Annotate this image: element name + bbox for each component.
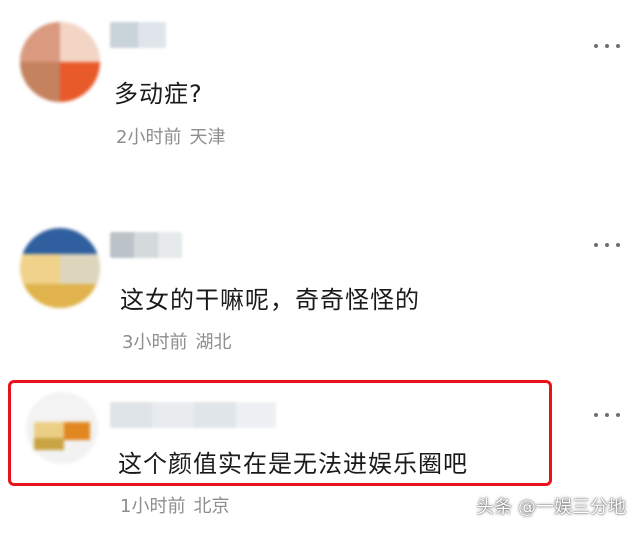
avatar[interactable] [26, 392, 98, 464]
comment-meta: 1小时前 北京 [120, 492, 229, 518]
comment-feed: 多动症? 2小时前 天津 这女的干嘛呢，奇奇怪怪的 3小时前 湖北 这个颜值实在… [0, 0, 640, 533]
username-blurred[interactable] [110, 402, 276, 428]
comment-location: 北京 [193, 496, 230, 517]
comment-text: 这个颜值实在是无法进娱乐圈吧 [118, 450, 468, 478]
watermark: 头条 @一娱三分地 [476, 497, 626, 518]
more-options-icon[interactable] [594, 411, 620, 419]
comment-time: 1小时前 [120, 496, 186, 517]
comment-item-highlighted: 这个颜值实在是无法进娱乐圈吧 1小时前 北京 [0, 0, 640, 533]
